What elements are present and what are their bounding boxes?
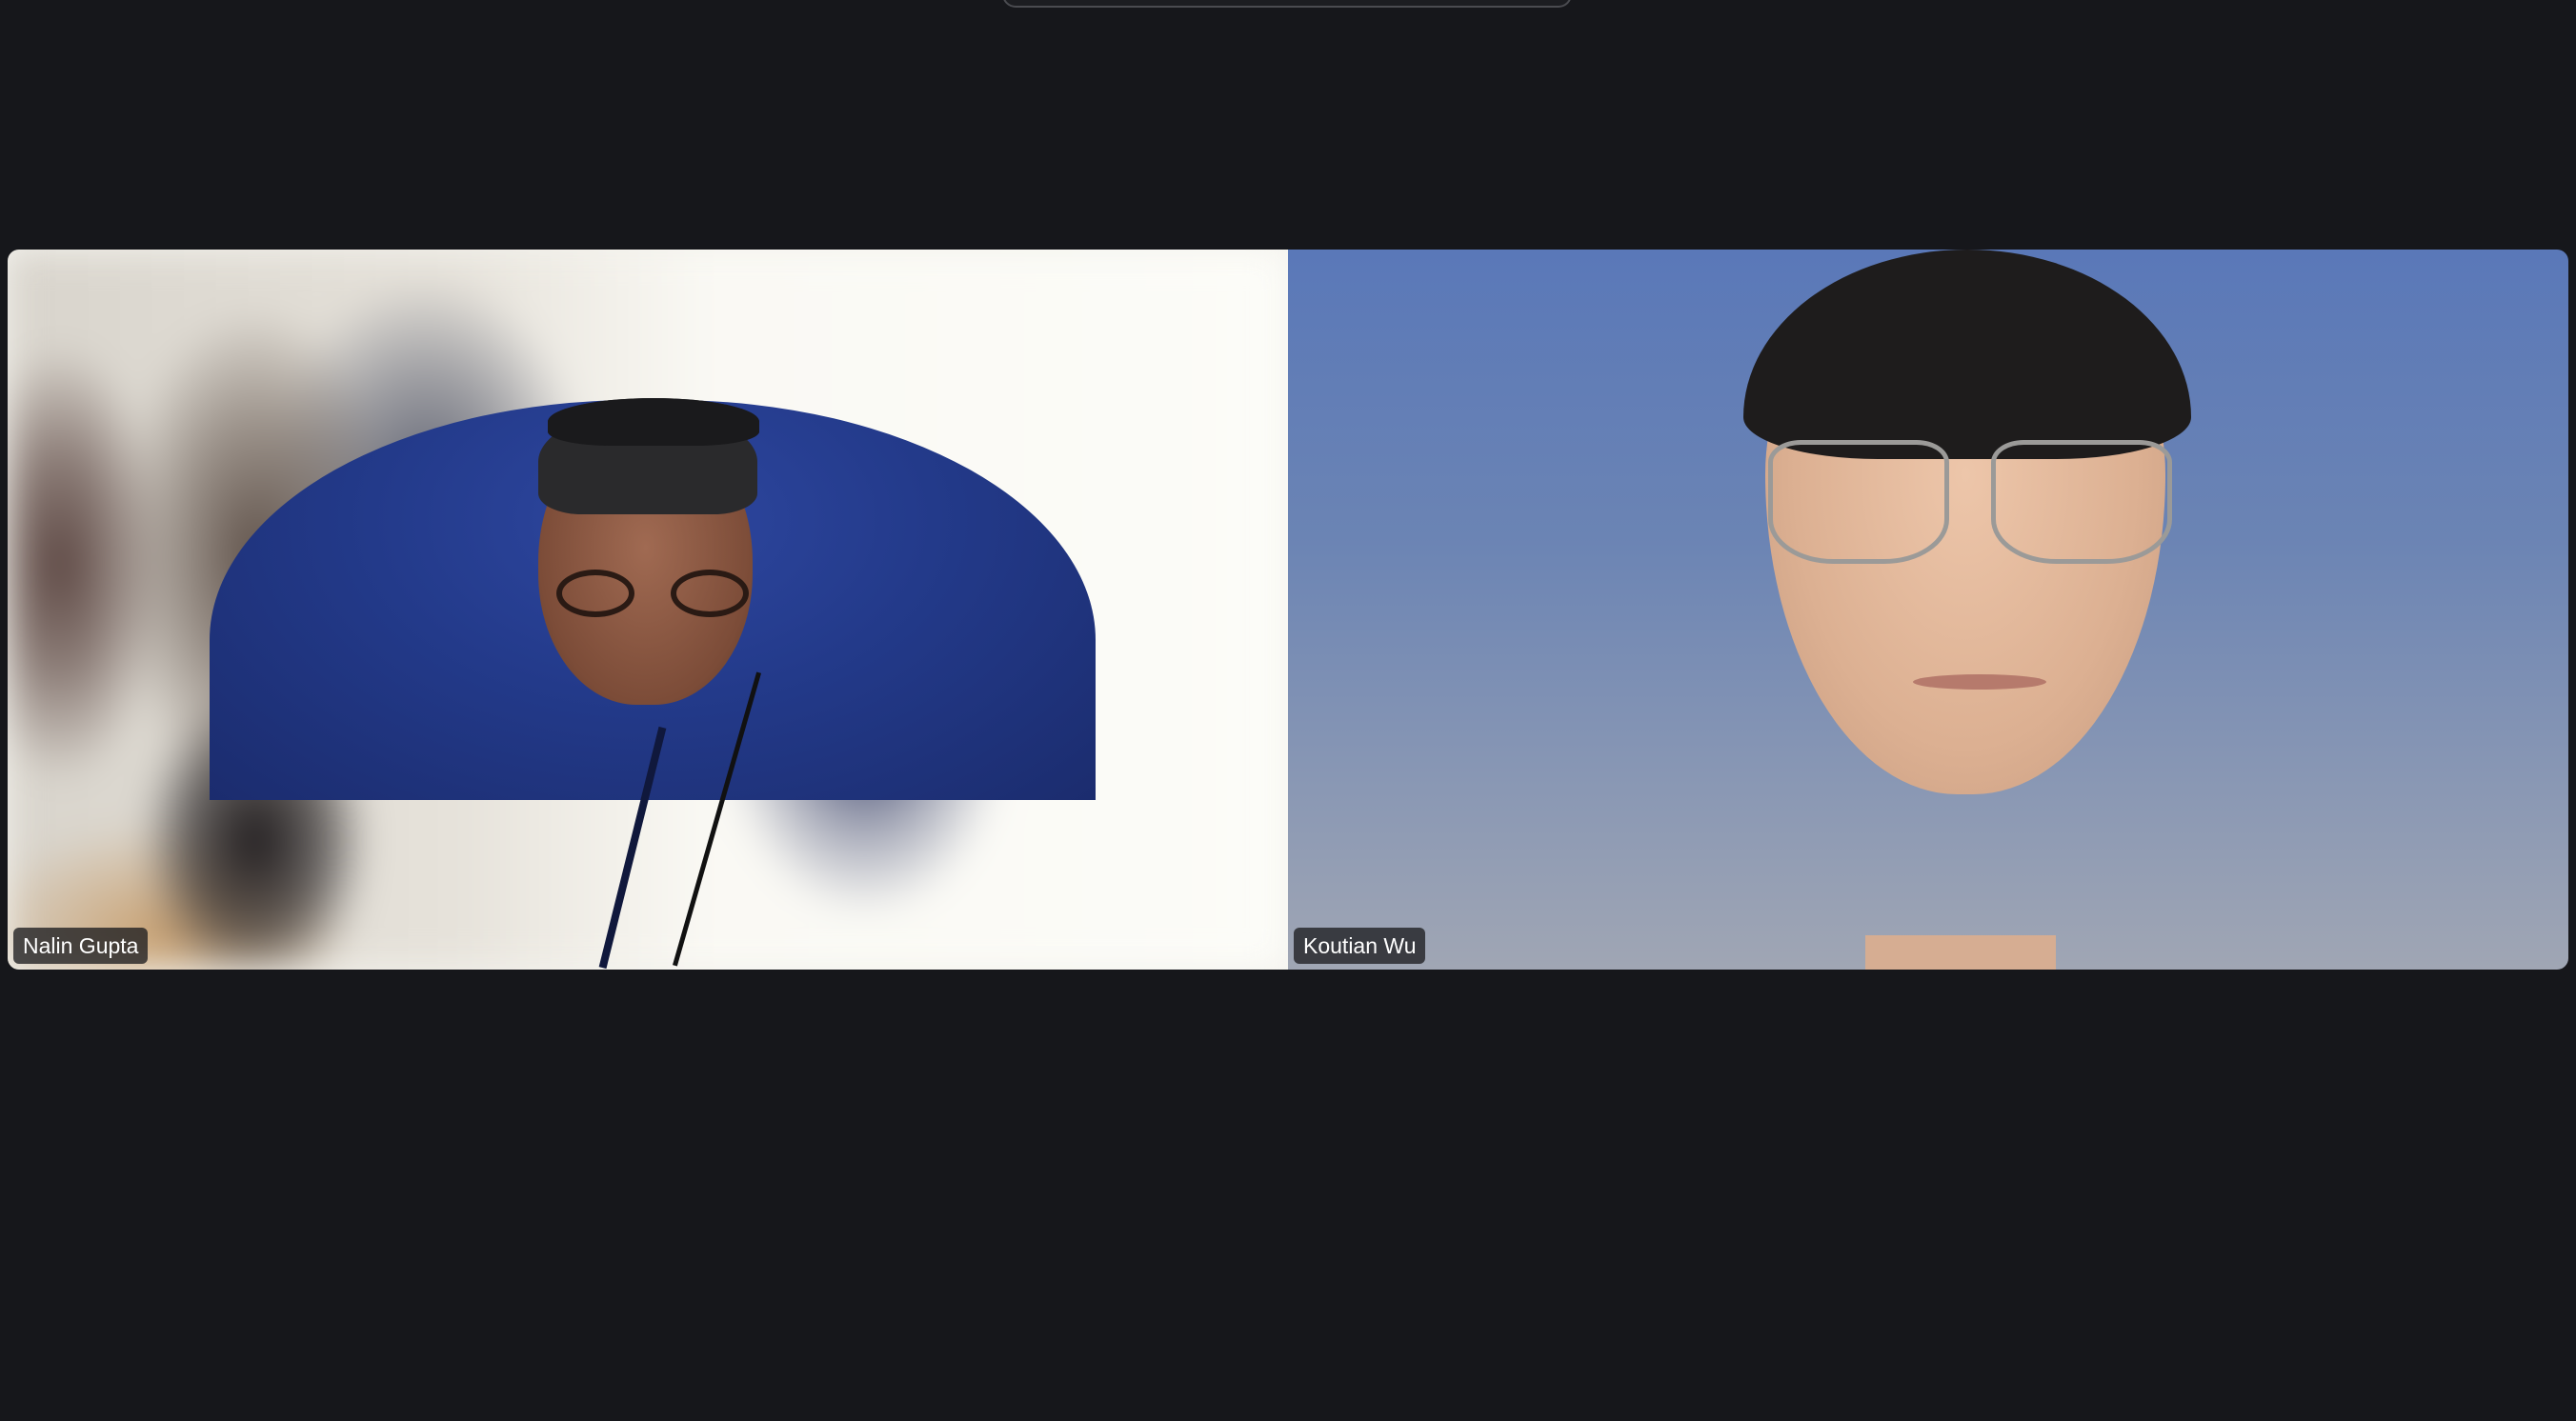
participant-neck [1865, 935, 2056, 970]
participant-glasses [553, 570, 753, 621]
meeting-window: Nalin Gupta Koutian Wu [0, 0, 2576, 1421]
participant-name-label: Nalin Gupta [13, 928, 149, 964]
headphones-band [548, 398, 759, 446]
participant-glasses [1761, 440, 2180, 579]
participant-mouth [1913, 674, 2046, 690]
top-toolbar-handle[interactable] [1002, 0, 1572, 8]
video-gallery: Nalin Gupta Koutian Wu [8, 250, 2568, 970]
participant-hair [1743, 250, 2191, 459]
video-tile-participant-1[interactable]: Nalin Gupta [8, 250, 1288, 970]
video-tile-participant-2[interactable]: Koutian Wu [1288, 250, 2568, 970]
participant-name-label: Koutian Wu [1294, 928, 1426, 964]
